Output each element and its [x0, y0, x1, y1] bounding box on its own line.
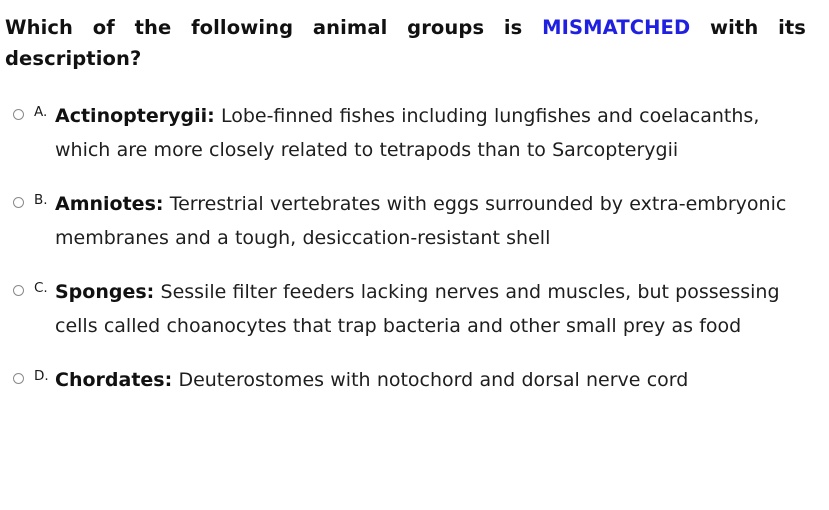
question-text-before: Which of the following animal groups is: [5, 16, 543, 39]
radio-unselected-icon[interactable]: [13, 197, 24, 208]
question-keyword-mismatched: MISMATCHED: [542, 16, 691, 39]
question-prompt: Which of the following animal groups is …: [5, 12, 806, 74]
radio-unselected-icon[interactable]: [13, 285, 24, 296]
option-c-term: Sponges:: [55, 281, 155, 303]
option-letter-c: C.: [34, 280, 48, 296]
option-d[interactable]: D. Chordates: Deuterostomes with notocho…: [0, 364, 829, 398]
option-c[interactable]: C. Sponges: Sessile filter feeders lacki…: [0, 276, 829, 343]
option-b[interactable]: B. Amniotes: Terrestrial vertebrates wit…: [0, 188, 829, 255]
radio-unselected-icon[interactable]: [13, 109, 24, 120]
option-d-description: Deuterostomes with notochord and dorsal …: [172, 369, 689, 391]
option-b-description: Terrestrial vertebrates with eggs surrou…: [55, 193, 787, 249]
option-a[interactable]: A. Actinopterygii: Lobe-finned fishes in…: [0, 100, 829, 167]
option-c-description: Sessile filter feeders lacking nerves an…: [55, 281, 780, 337]
radio-unselected-icon[interactable]: [13, 373, 24, 384]
option-d-term: Chordates:: [55, 369, 173, 391]
option-d-text: Chordates: Deuterostomes with notochord …: [55, 364, 800, 398]
option-letter-a: A.: [34, 104, 48, 120]
option-a-term: Actinopterygii:: [55, 105, 215, 127]
option-c-text: Sponges: Sessile filter feeders lacking …: [55, 276, 800, 343]
option-letter-d: D.: [34, 368, 49, 384]
answer-options-list: A. Actinopterygii: Lobe-finned fishes in…: [0, 100, 829, 398]
option-letter-b: B.: [34, 192, 48, 208]
multiple-choice-question: Which of the following animal groups is …: [0, 0, 829, 510]
option-a-text: Actinopterygii: Lobe-finned fishes inclu…: [55, 100, 800, 167]
option-b-text: Amniotes: Terrestrial vertebrates with e…: [55, 188, 800, 255]
option-b-term: Amniotes:: [55, 193, 164, 215]
